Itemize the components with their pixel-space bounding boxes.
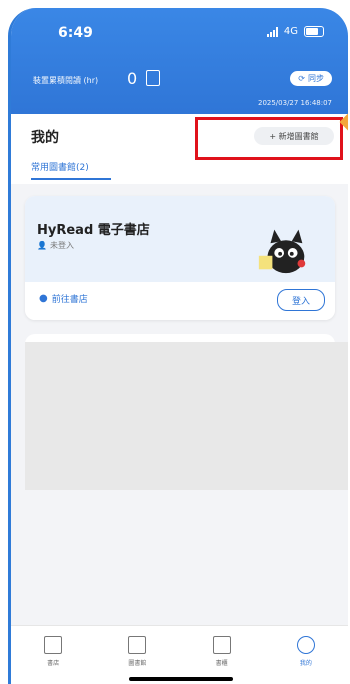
nav-item-bookstore[interactable]: 書店	[28, 626, 78, 684]
library-icon	[128, 636, 147, 654]
go-to-store-link[interactable]: ● 前往書店	[39, 292, 88, 305]
nav-item-bookshelf[interactable]: 書櫃	[197, 626, 247, 684]
book-icon	[212, 636, 231, 654]
tab-favorite-libraries[interactable]: 常用圖書館(2)	[31, 160, 89, 173]
signal-icon	[266, 26, 278, 37]
cat-mascot-icon	[258, 229, 306, 274]
library-card-actions: ● 前往書店 登入	[25, 282, 335, 320]
library-card[interactable]: HyRead 電子書店 👤 未登入 ● 前往書店 登入	[25, 196, 335, 320]
reading-label: 裝置累積閱讀 (hr)	[33, 76, 99, 85]
page-title: 我的	[31, 130, 59, 146]
bottom-navigation: 書店 圖書館 書櫃 我的	[11, 625, 348, 684]
login-state-label: 未登入	[49, 241, 74, 250]
sync-label: 同步	[308, 74, 324, 83]
document-icon[interactable]	[146, 70, 160, 86]
nav-label: 書櫃	[215, 660, 228, 667]
page-header: 我的 + 新增圖書館 常用圖書館(2)	[11, 113, 348, 184]
status-time: 6:49	[58, 25, 93, 41]
library-name: HyRead 電子書店	[37, 223, 150, 238]
status-indicators: 4G	[266, 26, 324, 37]
network-label: 4G	[283, 26, 298, 37]
sync-button[interactable]: ⟳ 同步	[290, 71, 332, 86]
nav-item-mine[interactable]: 我的	[281, 626, 331, 684]
login-button[interactable]: 登入	[277, 289, 325, 311]
store-link-label: 前往書店	[51, 295, 88, 305]
content-sheet: 我的 + 新增圖書館 常用圖書館(2) HyRead 電子書店 👤 未登入 ● …	[11, 113, 348, 624]
nav-item-library[interactable]: 圖書館	[112, 626, 162, 684]
library-card-banner: HyRead 電子書店 👤 未登入	[25, 196, 335, 282]
top-header: 6:49 4G 裝置累積閱讀 (hr) 0 ⟳ 同步 2025/03/27 16…	[11, 8, 348, 118]
tab-underline	[31, 178, 111, 180]
sync-icon: ⟳	[298, 74, 305, 83]
home-indicator	[129, 677, 233, 681]
store-icon	[44, 636, 63, 654]
nav-label: 書店	[47, 660, 60, 667]
user-icon: 👤	[37, 241, 47, 250]
nav-label: 我的	[299, 660, 312, 667]
login-label: 登入	[291, 296, 310, 307]
nav-label: 圖書館	[128, 660, 147, 667]
battery-icon	[304, 26, 324, 37]
highlight-box	[195, 117, 343, 160]
arrow-circle-icon: ●	[39, 293, 48, 304]
phone-screen: 6:49 4G 裝置累積閱讀 (hr) 0 ⟳ 同步 2025/03/27 16…	[8, 8, 348, 684]
user-circle-icon	[296, 636, 315, 654]
login-state: 👤 未登入	[37, 240, 74, 251]
reading-count: 0	[127, 69, 138, 88]
sync-timestamp: 2025/03/27 16:48:07	[257, 99, 332, 107]
redacted-area	[25, 342, 348, 490]
